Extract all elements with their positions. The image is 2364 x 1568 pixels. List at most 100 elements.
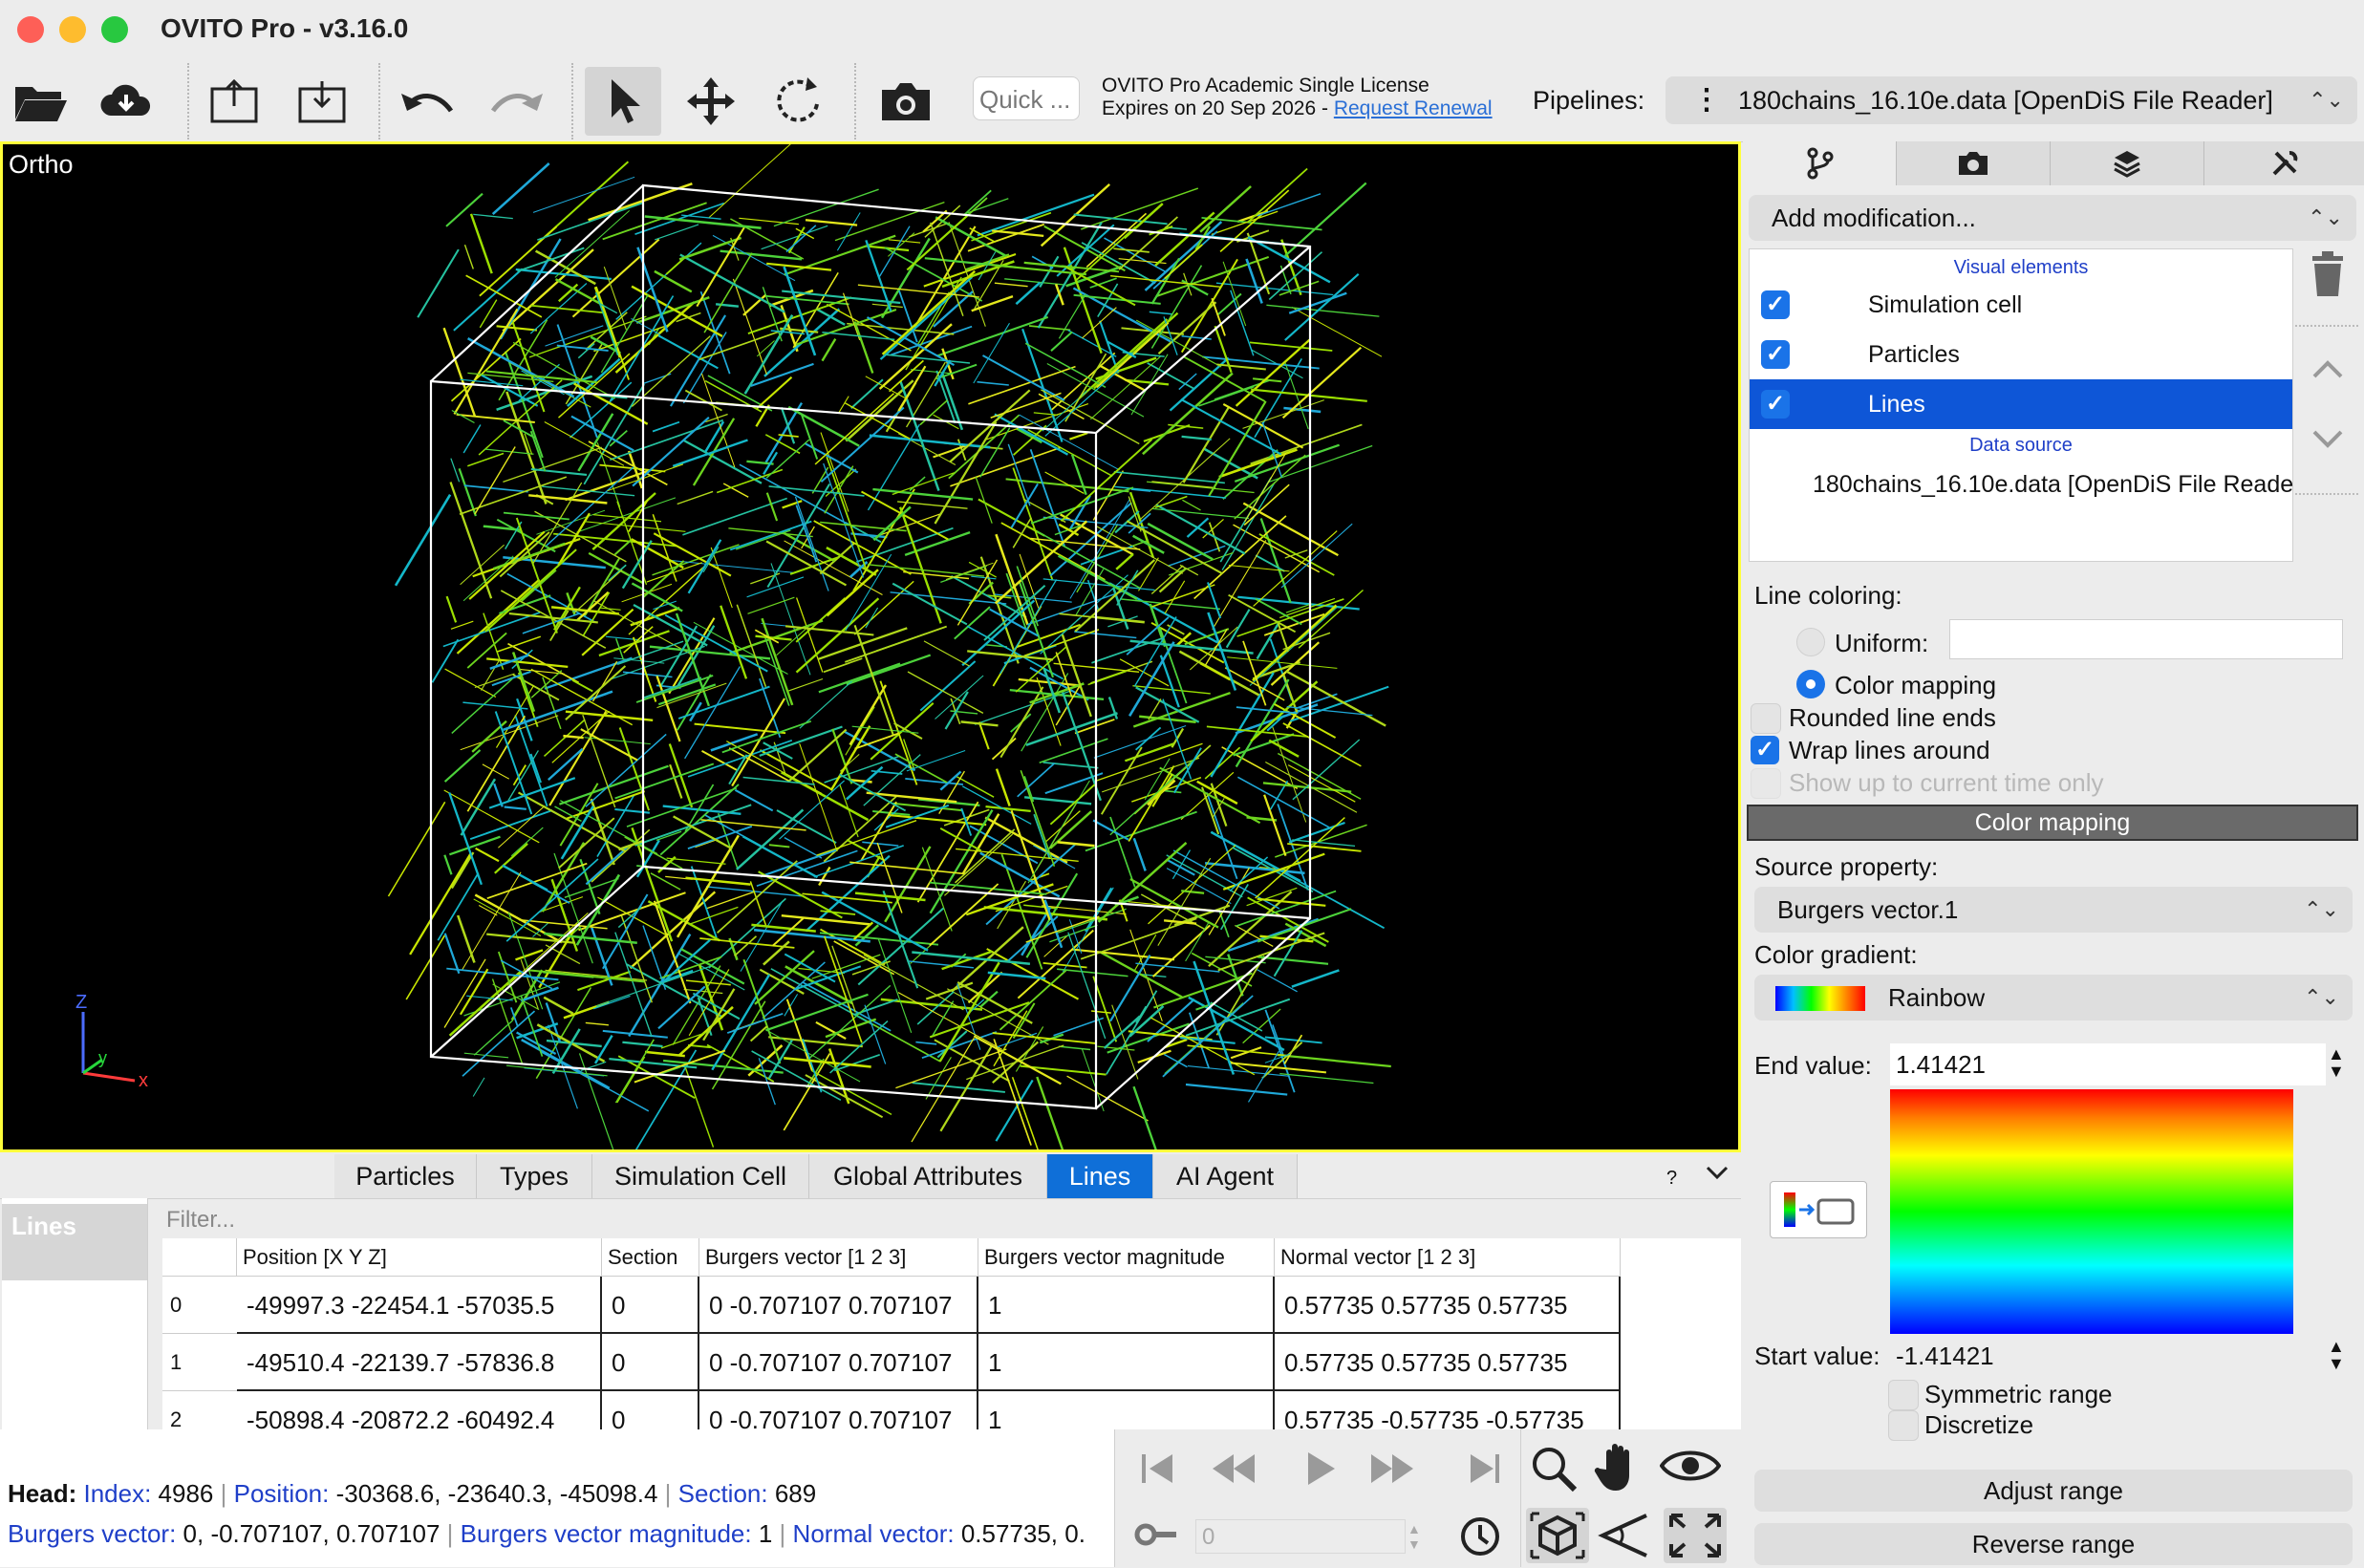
pan-button[interactable] [1593, 1441, 1646, 1499]
table-cell[interactable]: 0 -0.707107 0.707107 [699, 1277, 978, 1334]
zoom-button[interactable] [1528, 1443, 1581, 1497]
tab-simulation-cell[interactable]: Simulation Cell [592, 1154, 809, 1198]
start-value-input[interactable]: -1.41421 [1890, 1336, 2326, 1376]
status-head-label: Head: [8, 1479, 77, 1508]
column-header-section[interactable]: Section [602, 1238, 699, 1277]
lines-checkbox[interactable]: ✓ [1761, 390, 1790, 419]
table-cell[interactable]: 0.57735 0.57735 0.57735 [1275, 1334, 1621, 1391]
move-mode-button[interactable] [673, 67, 749, 136]
tab-types[interactable]: Types [477, 1154, 592, 1198]
start-value-spinner[interactable]: ▲ ▼ [2328, 1338, 2345, 1372]
end-value-spinner[interactable]: ▲ ▼ [2328, 1045, 2345, 1080]
particles-checkbox[interactable]: ✓ [1761, 340, 1790, 369]
data-object-lines[interactable]: Lines [2, 1204, 147, 1280]
table-cell[interactable]: -49997.3 -22454.1 -57035.5 [237, 1277, 602, 1334]
undo-button[interactable] [390, 67, 466, 136]
column-header-burgers-vector[interactable]: Burgers vector [1 2 3] [699, 1238, 978, 1277]
table-cell[interactable]: 1 [978, 1391, 1275, 1429]
tab-pipeline[interactable] [1743, 141, 1897, 185]
table-cell[interactable]: -50898.4 -20872.2 -60492.4 [237, 1391, 602, 1429]
color-mapping-radio[interactable] [1796, 670, 1825, 698]
wrap-lines-checkbox[interactable]: ✓ [1751, 736, 1779, 764]
tab-utilities[interactable] [2204, 141, 2364, 185]
pipeline-selector[interactable]: ⋮ 180chains_16.10e.data [OpenDiS File Re… [1666, 76, 2357, 124]
previous-frame-button[interactable] [1209, 1441, 1276, 1498]
table-cell[interactable]: 0 [602, 1391, 699, 1429]
uniform-radio[interactable] [1796, 628, 1825, 656]
color-mapping-section-header[interactable]: Color mapping [1747, 805, 2358, 841]
table-cell[interactable]: 0.57735 0.57735 0.57735 [1275, 1277, 1621, 1334]
tab-ai-agent[interactable]: AI Agent [1153, 1154, 1298, 1198]
viewport-ortho[interactable]: Ortho Z y x [0, 141, 1741, 1152]
jump-to-start-button[interactable] [1132, 1441, 1190, 1498]
table-cell[interactable]: 0 [602, 1277, 699, 1334]
zoom-window-button[interactable] [101, 16, 128, 43]
fov-button[interactable] [1597, 1512, 1650, 1564]
symmetric-range-checkbox[interactable] [1888, 1380, 1919, 1410]
play-button[interactable] [1295, 1441, 1352, 1498]
frame-spinner-input[interactable]: 0 [1195, 1519, 1406, 1554]
end-value-input[interactable]: 1.41421 [1890, 1043, 2326, 1085]
table-cell[interactable]: 1 [978, 1277, 1275, 1334]
pipeline-item-lines[interactable]: ✓ Lines [1750, 379, 2292, 429]
frame-spinner-arrows[interactable]: ▲ ▼ [1408, 1521, 1421, 1552]
jump-to-end-button[interactable] [1459, 1441, 1516, 1498]
pipeline-item-data-source[interactable]: 180chains_16.10e.data [OpenDiS File Read… [1750, 460, 2293, 509]
simulation-cell-checkbox[interactable]: ✓ [1761, 290, 1790, 319]
import-button[interactable] [285, 67, 361, 136]
rotate-mode-button[interactable] [761, 67, 837, 136]
next-frame-button[interactable] [1364, 1441, 1430, 1498]
request-renewal-link[interactable]: Request Renewal [1334, 97, 1493, 119]
pipeline-item-simulation-cell[interactable]: ✓ Simulation cell [1750, 280, 2292, 330]
redo-button[interactable] [478, 67, 554, 136]
load-remote-button[interactable] [88, 67, 164, 136]
export-button[interactable] [197, 67, 273, 136]
column-header-position[interactable]: Position [X Y Z] [237, 1238, 602, 1277]
move-down-button[interactable] [2310, 428, 2345, 456]
close-window-button[interactable] [17, 16, 44, 43]
tab-lines[interactable]: Lines [1047, 1154, 1153, 1198]
pipeline-item-particles[interactable]: ✓ Particles [1750, 330, 2292, 379]
minimize-window-button[interactable] [59, 16, 86, 43]
data-object-list[interactable]: Lines [2, 1198, 148, 1429]
color-gradient-dropdown[interactable]: Rainbow ⌃⌄ [1754, 975, 2353, 1020]
orbit-button[interactable] [1659, 1445, 1722, 1492]
lines-table[interactable]: Position [X Y Z] Section Burgers vector … [162, 1238, 1741, 1429]
zoom-all-button[interactable] [1664, 1508, 1727, 1563]
pick-orbit-center-button[interactable] [1526, 1508, 1589, 1563]
tab-particles[interactable]: Particles [334, 1154, 477, 1198]
render-button[interactable] [868, 67, 944, 136]
selection-mode-button[interactable] [585, 67, 661, 136]
tab-global-attributes[interactable]: Global Attributes [809, 1154, 1047, 1198]
column-header-normal-vector[interactable]: Normal vector [1 2 3] [1275, 1238, 1621, 1277]
help-button[interactable]: ? [1666, 1168, 1677, 1190]
pipeline-editor-list[interactable]: Visual elements ✓ Simulation cell ✓ Part… [1749, 248, 2293, 562]
open-file-button[interactable] [2, 67, 78, 136]
show-up-to-current-checkbox[interactable] [1751, 768, 1781, 799]
animation-controls: 0 ▲ ▼ [1114, 1429, 1742, 1567]
delete-modifier-button[interactable] [2309, 250, 2347, 303]
column-header-burgers-magnitude[interactable]: Burgers vector magnitude [978, 1238, 1275, 1277]
table-cell[interactable]: 0.57735 -0.57735 -0.57735 [1275, 1391, 1621, 1429]
table-cell[interactable]: 0 [602, 1334, 699, 1391]
table-cell[interactable]: 0 -0.707107 0.707107 [699, 1391, 978, 1429]
quick-command-input[interactable]: Quick ... [973, 76, 1080, 120]
filter-input[interactable]: Filter... [162, 1204, 1745, 1236]
reverse-range-button[interactable]: Reverse range [1754, 1523, 2353, 1565]
add-modification-dropdown[interactable]: Add modification... ⌃⌄ [1749, 195, 2356, 241]
adjust-range-button[interactable]: Adjust range [1754, 1470, 2353, 1512]
dislocation-segment [1132, 1085, 1157, 1149]
uniform-color-swatch[interactable] [1949, 619, 2343, 659]
rounded-line-ends-checkbox[interactable] [1751, 703, 1781, 734]
table-cell[interactable]: -49510.4 -22139.7 -57836.8 [237, 1334, 602, 1391]
table-cell[interactable]: 0 -0.707107 0.707107 [699, 1334, 978, 1391]
tab-render[interactable] [1897, 141, 2051, 185]
apply-to-overlay-button[interactable] [1770, 1181, 1867, 1238]
tab-overlays[interactable] [2051, 141, 2204, 185]
animation-settings-button[interactable] [1459, 1514, 1505, 1559]
source-property-dropdown[interactable]: Burgers vector.1 ⌃⌄ [1754, 887, 2353, 933]
collapse-inspector-button[interactable] [1705, 1164, 1730, 1186]
discretize-checkbox[interactable] [1888, 1410, 1919, 1441]
move-up-button[interactable] [2310, 357, 2345, 385]
table-cell[interactable]: 1 [978, 1334, 1275, 1391]
